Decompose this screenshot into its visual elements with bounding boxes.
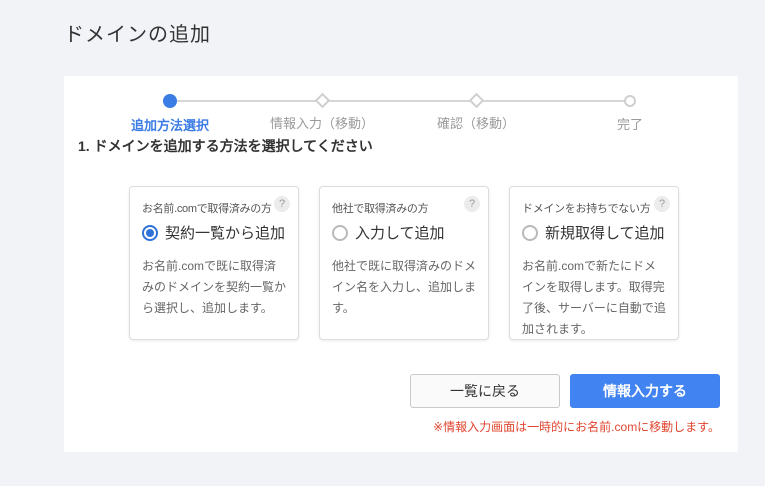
radio-contract-list[interactable] [142, 225, 158, 241]
page-title: ドメインの追加 [64, 18, 211, 47]
radio-label[interactable]: 入力して追加 [355, 222, 445, 243]
content-panel: 追加方法選択 情報入力（移動） 確認（移動） 完了 1. ドメインを追加する方法… [64, 76, 738, 452]
step-label: 追加方法選択 [95, 115, 245, 134]
active-step-dot-icon [163, 94, 177, 108]
section-heading: 1. ドメインを追加する方法を選択してください [78, 136, 373, 156]
option-description: お名前.comで既に取得済みのドメインを契約一覧から選択し、追加します。 [142, 256, 286, 319]
step-label: 完了 [555, 114, 705, 133]
diamond-step-icon [468, 93, 484, 109]
option-description: 他社で既に取得済みのドメイン名を入力し、追加します。 [332, 256, 476, 319]
step-info-input: 情報入力（移動） [247, 94, 397, 132]
back-to-list-button[interactable]: 一覧に戻る [410, 374, 560, 408]
progress-stepper: 追加方法選択 情報入力（移動） 確認（移動） 完了 [64, 76, 738, 136]
option-description: お名前.comで新たにドメインを取得します。取得完了後、サーバーに自動で追加され… [522, 256, 666, 340]
option-card-group: お名前.comで取得済みの方 ? 契約一覧から追加 お名前.comで既に取得済み… [129, 186, 679, 340]
step-complete: 完了 [555, 94, 705, 133]
radio-new-registration[interactable] [522, 225, 538, 241]
help-icon[interactable]: ? [464, 196, 480, 212]
circle-step-icon [624, 95, 636, 107]
redirect-note: ※情報入力画面は一時的にお名前.comに移動します。 [433, 418, 720, 435]
audience-label: ドメインをお持ちでない方 [522, 200, 666, 216]
step-label: 確認（移動） [401, 113, 551, 132]
enter-info-button[interactable]: 情報入力する [570, 374, 720, 408]
help-icon[interactable]: ? [654, 196, 670, 212]
step-confirmation: 確認（移動） [401, 94, 551, 132]
action-button-row: 一覧に戻る 情報入力する [410, 374, 720, 408]
audience-label: お名前.comで取得済みの方 [142, 200, 286, 216]
option-card-new-registration[interactable]: ドメインをお持ちでない方 ? 新規取得して追加 お名前.comで新たにドメインを… [509, 186, 679, 340]
audience-label: 他社で取得済みの方 [332, 200, 476, 216]
step-method-selection: 追加方法選択 [95, 94, 245, 134]
help-icon[interactable]: ? [274, 196, 290, 212]
radio-label[interactable]: 契約一覧から追加 [165, 222, 285, 243]
option-card-contract-list[interactable]: お名前.comで取得済みの方 ? 契約一覧から追加 お名前.comで既に取得済み… [129, 186, 299, 340]
step-label: 情報入力（移動） [247, 113, 397, 132]
radio-label[interactable]: 新規取得して追加 [545, 222, 665, 243]
radio-manual-input[interactable] [332, 225, 348, 241]
option-card-manual-input[interactable]: 他社で取得済みの方 ? 入力して追加 他社で既に取得済みのドメイン名を入力し、追… [319, 186, 489, 340]
diamond-step-icon [314, 93, 330, 109]
